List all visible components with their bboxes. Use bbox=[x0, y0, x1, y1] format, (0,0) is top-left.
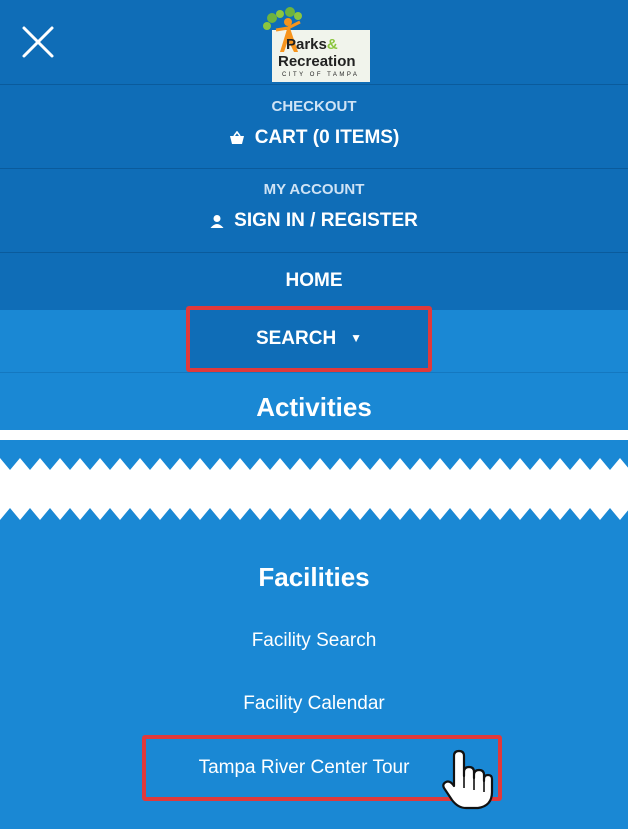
facility-calendar-link[interactable]: Facility Calendar bbox=[0, 693, 628, 715]
facility-search-link[interactable]: Facility Search bbox=[0, 630, 628, 652]
basket-icon bbox=[229, 130, 244, 144]
divider bbox=[0, 372, 628, 373]
checkout-caption: CHECKOUT bbox=[271, 98, 357, 115]
tour-link-label: Tampa River Center Tour bbox=[198, 757, 410, 778]
activities-heading[interactable]: Activities bbox=[0, 392, 628, 423]
logo-text-recreation: Recreation bbox=[278, 53, 356, 70]
hand-pointer-icon bbox=[442, 749, 494, 810]
sign-in-label: SIGN IN / REGISTER bbox=[234, 210, 418, 231]
divider bbox=[0, 168, 628, 169]
parks-recreation-logo[interactable]: Parks& Recreation CITY OF TAMPA bbox=[258, 6, 378, 82]
chevron-down-icon: ▼ bbox=[350, 331, 363, 345]
logo-text-parks: Parks& bbox=[286, 36, 338, 53]
logo-text-city: CITY OF TAMPA bbox=[282, 72, 360, 78]
account-caption: MY ACCOUNT bbox=[263, 181, 365, 198]
close-menu-button[interactable] bbox=[16, 20, 60, 64]
nav-home[interactable]: HOME bbox=[0, 252, 628, 310]
cart-link[interactable]: CART (0 ITEMS) bbox=[0, 127, 628, 149]
cart-label: CART (0 ITEMS) bbox=[254, 127, 400, 148]
search-label: SEARCH bbox=[255, 328, 337, 349]
close-icon bbox=[22, 26, 54, 58]
divider bbox=[0, 84, 628, 85]
user-icon bbox=[210, 214, 224, 228]
facilities-heading[interactable]: Facilities bbox=[0, 562, 628, 593]
sign-in-register-link[interactable]: SIGN IN / REGISTER bbox=[0, 210, 628, 232]
torn-edge-top bbox=[0, 440, 628, 470]
search-menu-button[interactable]: SEARCH ▼ bbox=[186, 306, 432, 372]
